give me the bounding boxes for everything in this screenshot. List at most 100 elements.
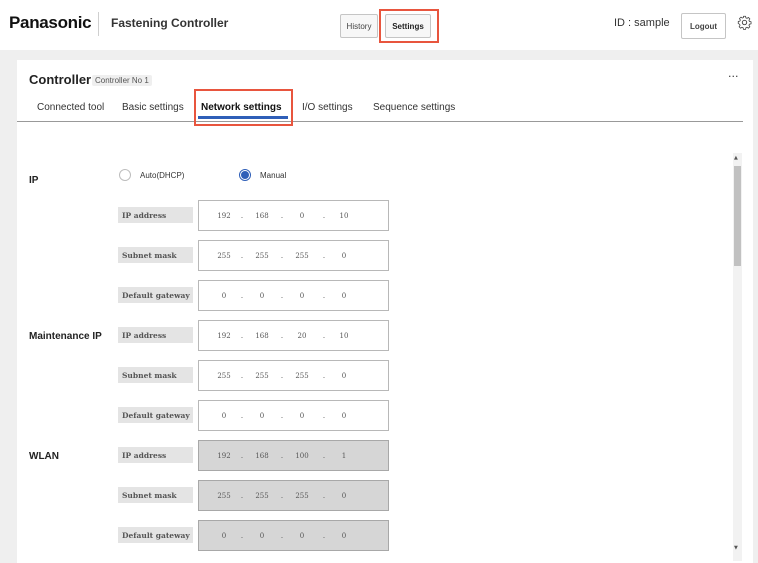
- ip-octet: 0: [299, 532, 305, 540]
- ip-octet: 255: [217, 492, 231, 500]
- ip-octet[interactable]: 192: [209, 212, 239, 220]
- app-header: Panasonic Fastening Controller History S…: [0, 0, 758, 50]
- ip-octet[interactable]: 0: [329, 292, 359, 300]
- ip-address-input[interactable]: 0.0.0.0: [198, 280, 389, 311]
- user-id: ID : sample: [614, 17, 670, 29]
- ip-octet[interactable]: 255: [247, 252, 277, 260]
- ip-octet[interactable]: 192: [209, 332, 239, 340]
- settings-tabs: Connected tool Basic settings Network se…: [17, 100, 743, 122]
- ip-octet: 100: [295, 452, 309, 460]
- ip-octet[interactable]: 0: [287, 292, 317, 300]
- ip-separator: .: [240, 412, 244, 420]
- ip-separator: .: [240, 372, 244, 380]
- ip-octet[interactable]: 255: [247, 372, 277, 380]
- field-label: Default gateway: [118, 287, 193, 303]
- section-label: IP: [29, 175, 39, 186]
- field-label: Default gateway: [118, 407, 193, 423]
- ip-separator: .: [280, 452, 284, 460]
- ip-separator: .: [322, 212, 326, 220]
- scroll-up-arrow-icon[interactable]: ▲: [734, 155, 738, 161]
- ip-address-input[interactable]: 192. 168. 0. 10: [198, 200, 389, 231]
- ip-separator: .: [322, 452, 326, 460]
- ip-separator: .: [322, 252, 326, 260]
- ip-address-input[interactable]: 192. 168. 20. 10: [198, 320, 389, 351]
- field-label: IP address: [118, 327, 193, 343]
- ip-octet[interactable]: 255: [287, 252, 317, 260]
- ip-separator: .: [240, 492, 244, 500]
- ip-address-input[interactable]: 0.0.0.0: [198, 400, 389, 431]
- ip-separator: .: [280, 372, 284, 380]
- logout-button[interactable]: Logout: [681, 13, 726, 39]
- ip-separator: .: [280, 212, 284, 220]
- ip-octet[interactable]: 10: [329, 212, 359, 220]
- ip-address-input[interactable]: 255. 255. 255. 0: [198, 240, 389, 271]
- ip-octet: 255: [295, 492, 309, 500]
- ip-address-input: 255. 255. 255. 0: [198, 480, 389, 511]
- ip-octet[interactable]: 0: [329, 412, 359, 420]
- ip-octet[interactable]: 0: [209, 412, 239, 420]
- ip-separator: .: [322, 292, 326, 300]
- field-label: IP address: [118, 447, 193, 463]
- ip-octet[interactable]: 0: [247, 292, 277, 300]
- ip-octet[interactable]: 0: [329, 372, 359, 380]
- ip-separator: .: [322, 492, 326, 500]
- ip-octet[interactable]: 255: [209, 372, 239, 380]
- ip-octet: 1: [341, 452, 347, 460]
- radio-auto-dhcp-circle[interactable]: [119, 169, 131, 181]
- ip-octet[interactable]: 255: [287, 372, 317, 380]
- ip-octet: 255: [255, 492, 269, 500]
- controller-name-badge: Controller No 1: [92, 75, 152, 86]
- ip-address-input[interactable]: 255. 255. 255. 0: [198, 360, 389, 391]
- field-label: Default gateway: [118, 527, 193, 543]
- ip-separator: .: [240, 532, 244, 540]
- settings-highlight-box: [379, 9, 439, 43]
- header-divider: [98, 12, 99, 36]
- ip-octet: 168: [255, 452, 269, 460]
- ip-octet[interactable]: 255: [209, 252, 239, 260]
- scrollbar-thumb[interactable]: [734, 166, 741, 266]
- field-label: Subnet mask: [118, 367, 193, 383]
- ip-separator: .: [280, 332, 284, 340]
- field-label: IP address: [118, 207, 193, 223]
- ip-octet: 192: [217, 452, 231, 460]
- ip-octet[interactable]: 0: [247, 412, 277, 420]
- ip-separator: .: [322, 532, 326, 540]
- radio-manual[interactable]: Manual: [239, 169, 286, 181]
- radio-auto-dhcp-label: Auto(DHCP): [140, 170, 185, 180]
- ip-separator: .: [280, 252, 284, 260]
- ip-octet[interactable]: 0: [209, 292, 239, 300]
- network-tab-highlight-box: [194, 89, 293, 126]
- tab-basic-settings[interactable]: Basic settings: [122, 102, 184, 113]
- more-menu-icon[interactable]: ···: [728, 70, 739, 83]
- ip-address-input: 0. 0. 0. 0: [198, 520, 389, 551]
- field-label: Subnet mask: [118, 487, 193, 503]
- ip-octet: 0: [259, 532, 265, 540]
- ip-octet[interactable]: 168: [247, 332, 277, 340]
- ip-octet[interactable]: 10: [329, 332, 359, 340]
- scroll-down-arrow-icon[interactable]: ▼: [734, 545, 738, 551]
- ip-separator: .: [322, 412, 326, 420]
- ip-octet[interactable]: 20: [287, 332, 317, 340]
- ip-octet[interactable]: 0: [329, 252, 359, 260]
- tab-connected-tool[interactable]: Connected tool: [37, 102, 104, 113]
- section-label: Maintenance IP: [29, 331, 102, 342]
- brand-logo: Panasonic: [9, 13, 92, 32]
- tab-io-settings[interactable]: I/O settings: [302, 102, 353, 113]
- ip-separator: .: [240, 212, 244, 220]
- ip-separator: .: [240, 292, 244, 300]
- ip-separator: .: [240, 332, 244, 340]
- radio-auto-dhcp[interactable]: Auto(DHCP): [119, 169, 184, 181]
- ip-octet[interactable]: 0: [287, 412, 317, 420]
- radio-manual-circle[interactable]: [239, 169, 251, 181]
- tab-sequence-settings[interactable]: Sequence settings: [373, 102, 455, 113]
- section-label: WLAN: [29, 451, 59, 462]
- gear-icon[interactable]: [737, 15, 752, 30]
- ip-octet[interactable]: 0: [287, 212, 317, 220]
- ip-separator: .: [322, 332, 326, 340]
- controller-title: Controller: [29, 72, 92, 87]
- field-label: Subnet mask: [118, 247, 193, 263]
- ip-address-input: 192. 168. 100. 1: [198, 440, 389, 471]
- ip-octet[interactable]: 168: [247, 212, 277, 220]
- ip-octet: 0: [221, 532, 227, 540]
- history-button[interactable]: History: [340, 14, 378, 38]
